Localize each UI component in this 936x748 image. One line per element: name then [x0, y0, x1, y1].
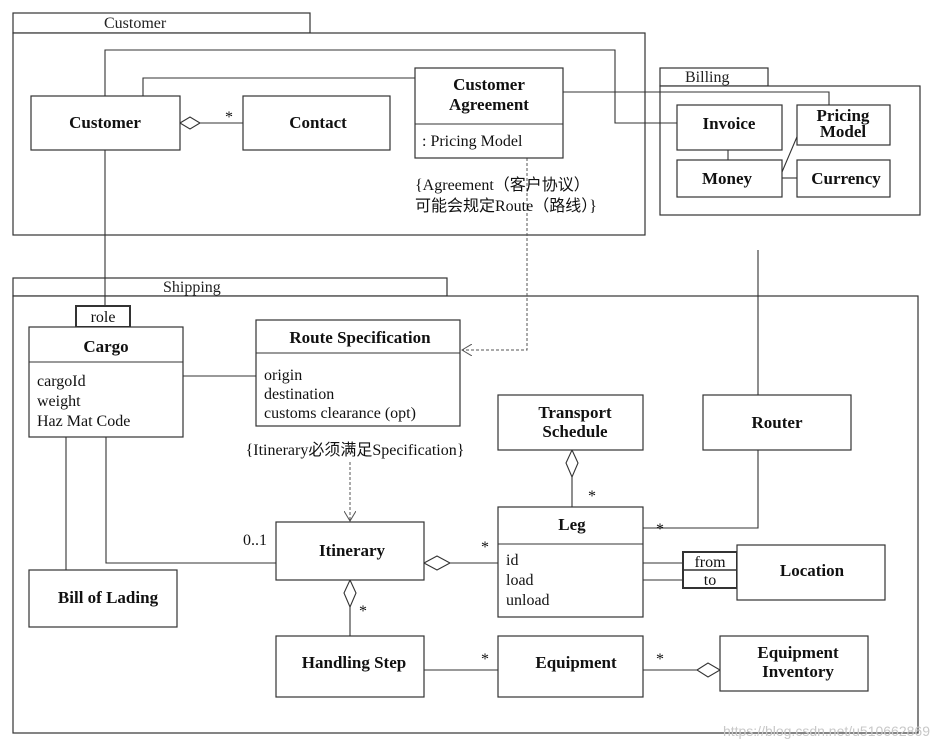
svg-text:load: load	[506, 572, 534, 589]
svg-text:id: id	[506, 552, 518, 569]
class-contact[interactable]: Contact	[242, 95, 391, 151]
note-agreement: {Agreement（客户协议）	[415, 176, 590, 194]
svg-text:Money: Money	[702, 169, 753, 188]
class-money[interactable]: Money	[676, 159, 783, 198]
svg-text:role: role	[91, 309, 116, 326]
package-customer-label: Customer	[104, 15, 167, 32]
class-leg[interactable]: Leg id load unload	[497, 506, 644, 618]
svg-text:Schedule: Schedule	[542, 422, 608, 441]
class-handling-step[interactable]: Handling Step	[275, 635, 425, 698]
svg-text:Cargo: Cargo	[83, 337, 128, 356]
svg-text:Itinerary: Itinerary	[319, 541, 386, 560]
svg-text:Invoice: Invoice	[703, 114, 756, 133]
class-invoice[interactable]: Invoice	[676, 104, 783, 151]
class-currency[interactable]: Currency	[796, 159, 891, 198]
svg-text:*: *	[481, 539, 489, 556]
svg-text:Customer: Customer	[453, 75, 525, 94]
svg-text:Contact: Contact	[289, 113, 347, 132]
svg-text:Currency: Currency	[811, 169, 881, 188]
svg-text:weight: weight	[37, 393, 81, 410]
svg-text:Equipment: Equipment	[757, 643, 839, 662]
svg-text:Location: Location	[780, 561, 845, 580]
svg-text:Router: Router	[752, 413, 803, 432]
svg-text:Equipment: Equipment	[535, 653, 617, 672]
svg-text:0..1: 0..1	[243, 532, 267, 549]
class-equipment[interactable]: Equipment	[497, 635, 644, 698]
svg-text:Transport: Transport	[538, 403, 612, 422]
qualifier-role: role	[75, 305, 131, 328]
svg-text:cargoId: cargoId	[37, 373, 86, 390]
watermark: https://blog.csdn.net/u510662869	[723, 723, 930, 739]
svg-text:Agreement: Agreement	[449, 95, 529, 114]
svg-text:from: from	[694, 554, 726, 571]
class-router[interactable]: Router	[702, 394, 852, 451]
svg-text:Model: Model	[820, 122, 867, 141]
uml-class-diagram: Customer Billing Shipping Customer Conta…	[12, 12, 930, 739]
svg-text:*: *	[225, 109, 233, 126]
svg-text:: Pricing Model: : Pricing Model	[422, 133, 523, 150]
class-location[interactable]: Location	[736, 544, 886, 601]
svg-text:*: *	[656, 521, 664, 538]
svg-text:unload: unload	[506, 592, 550, 609]
package-billing-label: Billing	[685, 69, 729, 86]
svg-text:Haz Mat Code: Haz Mat Code	[37, 413, 130, 430]
svg-text:*: *	[359, 603, 367, 620]
class-itinerary[interactable]: Itinerary	[275, 521, 425, 581]
svg-text:Leg: Leg	[558, 515, 586, 534]
class-cargo[interactable]: Cargo cargoId weight Haz Mat Code	[28, 326, 184, 438]
class-pricing-model[interactable]: Pricing Model	[796, 104, 891, 146]
qualifier-from-to: from to	[682, 551, 738, 589]
svg-text:to: to	[704, 572, 716, 589]
class-transport-schedule[interactable]: Transport Schedule	[497, 394, 644, 451]
svg-text:*: *	[588, 488, 596, 505]
note-agreement-2: 可能会规定Route（路线）}	[415, 197, 597, 215]
svg-text:Route Specification: Route Specification	[289, 328, 431, 347]
svg-text:Handling Step: Handling Step	[302, 653, 406, 672]
class-equipment-inventory[interactable]: Equipment Inventory	[719, 635, 869, 692]
class-route-specification[interactable]: Route Specification origin destination c…	[255, 319, 461, 427]
note-itinerary: {Itinerary必须满足Specification}	[246, 441, 465, 459]
class-bill-of-lading[interactable]: Bill of Lading	[28, 569, 178, 628]
class-customer[interactable]: Customer	[30, 95, 181, 151]
svg-text:Customer: Customer	[69, 113, 141, 132]
svg-text:Inventory: Inventory	[762, 662, 834, 681]
svg-text:customs clearance (opt): customs clearance (opt)	[264, 405, 416, 422]
svg-text:origin: origin	[264, 367, 302, 384]
package-shipping-label: Shipping	[163, 279, 221, 296]
class-customer-agreement[interactable]: Customer Agreement : Pricing Model	[414, 67, 564, 159]
svg-text:Bill of Lading: Bill of Lading	[58, 588, 159, 607]
svg-text:*: *	[481, 651, 489, 668]
svg-text:*: *	[656, 651, 664, 668]
svg-text:destination: destination	[264, 386, 334, 403]
